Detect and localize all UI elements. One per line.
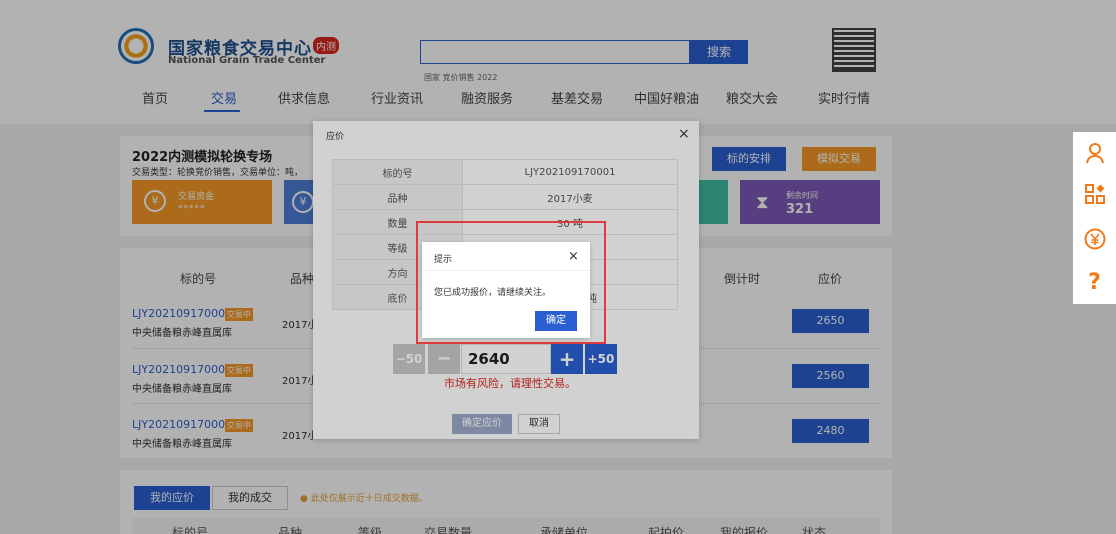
yen-icon[interactable] [1073,228,1116,255]
alert-divider [422,270,590,271]
close-icon[interactable]: × [568,249,579,264]
apps-icon[interactable] [1073,184,1116,209]
alert-title: 提示 [434,255,453,265]
right-toolbar: ? [1073,132,1116,304]
user-icon[interactable] [1073,142,1116,169]
alert-ok-button[interactable]: 确定 [535,311,577,331]
help-icon[interactable]: ? [1073,270,1116,295]
alert-message: 您已成功报价，请继续关注。 [434,288,552,298]
